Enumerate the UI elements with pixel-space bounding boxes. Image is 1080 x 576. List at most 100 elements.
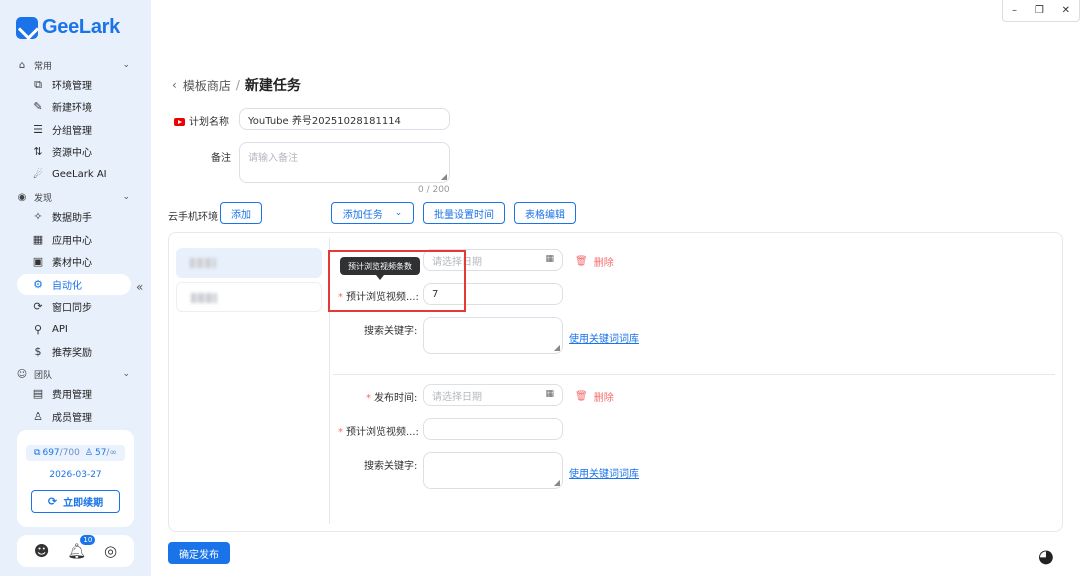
renew-button[interactable]: ⟳ 立即续期: [31, 490, 120, 513]
keyword-library-link[interactable]: 使用关键词词库: [569, 330, 639, 345]
sidebar-item-label: 环境管理: [52, 81, 92, 92]
back-chevron-icon[interactable]: ‹: [172, 78, 177, 92]
table-edit-button[interactable]: 表格编辑: [514, 202, 576, 224]
ai-icon: ☄: [33, 168, 43, 181]
sidebar-item-label: 数据助手: [52, 213, 92, 224]
keyword-library-link[interactable]: 使用关键词词库: [569, 465, 639, 480]
device-icon: ⧉: [34, 448, 41, 458]
sidebar-item-geelark-ai[interactable]: ☄ GeeLark AI: [17, 164, 131, 185]
sidebar-item-window-sync[interactable]: ⟳ 窗口同步: [17, 296, 131, 317]
resource-icon: ⇅: [33, 145, 43, 158]
trash-icon: 🗑︎: [575, 256, 588, 267]
add-env-button[interactable]: 添加: [220, 202, 262, 224]
expiry-date: 2026-03-27: [49, 470, 102, 480]
delete-label: 删除: [593, 393, 614, 404]
sidebar-item-environment-management[interactable]: ⧉ 环境管理: [17, 74, 131, 95]
note-textarea[interactable]: 请输入备注 ◢: [239, 142, 450, 183]
keyword-label: 搜索关键字:: [364, 326, 418, 337]
assistant-eye-icon[interactable]: ◕: [1038, 546, 1054, 567]
member-total: /∞: [106, 448, 117, 458]
keyword-textarea[interactable]: ◢: [423, 452, 563, 489]
sidebar-item-new-environment[interactable]: ✎ 新建环境: [17, 96, 131, 117]
sidebar-item-resource-center[interactable]: ⇅ 资源中心: [17, 141, 131, 162]
environment-icon: ⧉: [34, 77, 42, 91]
device-count: 697: [42, 448, 60, 458]
sidebar-item-label: 成员管理: [52, 413, 92, 424]
delete-task-button[interactable]: 🗑︎ 删除: [575, 389, 614, 404]
device-total: /700: [59, 448, 80, 458]
bell-icon[interactable]: 🔔︎ 10: [67, 535, 96, 560]
section-common[interactable]: ⌂ 常用 ⌄: [16, 58, 130, 72]
resize-handle-icon[interactable]: ◢: [554, 478, 560, 487]
minimize-button[interactable]: –: [1012, 5, 1017, 16]
logo[interactable]: GeeLark: [16, 16, 120, 39]
sidebar-item-api[interactable]: ⚲ API: [17, 319, 131, 340]
sidebar-item-label: 费用管理: [52, 390, 92, 401]
window-controls: – ❐ ✕: [1002, 0, 1080, 22]
delete-label: 删除: [593, 258, 614, 269]
billing-icon: ▤: [32, 387, 44, 400]
sidebar-item-group-management[interactable]: ☰ 分组管理: [17, 119, 131, 140]
submit-button[interactable]: 确定发布: [168, 542, 230, 564]
notification-badge: 10: [80, 535, 96, 545]
chevron-down-icon: ⌄: [122, 369, 130, 379]
sidebar: GeeLark ⌂ 常用 ⌄ ⧉ 环境管理 ✎ 新建环境 ☰ 分组管理 ⇅ 资源…: [0, 0, 151, 576]
breadcrumb-parent[interactable]: 模板商店: [183, 77, 231, 94]
note-label: 备注: [211, 153, 231, 164]
sidebar-item-app-center[interactable]: ▦ 应用中心: [17, 229, 131, 250]
close-button[interactable]: ✕: [1062, 5, 1070, 16]
team-icon: ☺: [16, 368, 28, 380]
sidebar-item-label: 推荐奖励: [52, 348, 92, 359]
note-placeholder: 请输入备注: [248, 153, 298, 164]
delete-task-button[interactable]: 🗑︎ 删除: [575, 254, 614, 269]
sidebar-item-members[interactable]: ♙ 成员管理: [17, 406, 131, 427]
sidebar-item-material-center[interactable]: ▣ 素材中心: [17, 251, 131, 272]
logo-text: GeeLark: [42, 16, 120, 38]
sidebar-item-automation[interactable]: ⚙ 自动化: [17, 274, 131, 295]
publish-time-label: * 发布时间:: [366, 393, 418, 404]
sidebar-item-billing[interactable]: ▤ 费用管理: [17, 383, 131, 404]
trash-icon: 🗑︎: [575, 391, 588, 402]
batch-time-button[interactable]: 批量设置时间: [423, 202, 505, 224]
section-discover[interactable]: ◉ 发现 ⌄: [16, 190, 130, 204]
cloud-env-label: 云手机环境: [168, 212, 218, 223]
home-icon: ⌂: [18, 59, 26, 71]
sidebar-item-label: 应用中心: [52, 236, 92, 247]
plan-name-input[interactable]: YouTube 养号20251028181114: [239, 108, 450, 130]
keyword-textarea[interactable]: ◢: [423, 317, 563, 354]
support-face-icon[interactable]: ☻: [34, 542, 50, 560]
add-task-button[interactable]: 添加任务 ⌄: [331, 202, 414, 224]
sparkle-icon: ✧: [33, 210, 43, 223]
refresh-icon: ⟳: [47, 495, 58, 508]
browse-count-input[interactable]: [423, 418, 563, 440]
bottom-bar: ☻ 🔔︎ 10 ◎: [17, 535, 134, 567]
image-icon: ▣: [32, 255, 44, 268]
member-icon: ♙: [33, 410, 43, 423]
user-avatar-icon[interactable]: ◎: [104, 542, 117, 560]
sidebar-item-referral-rewards[interactable]: $ 推荐奖励: [17, 341, 131, 362]
sidebar-item-data-assistant[interactable]: ✧ 数据助手: [17, 206, 131, 227]
sidebar-item-label: GeeLark AI: [52, 169, 107, 180]
date-placeholder: 请选择日期: [432, 391, 482, 403]
chevron-down-icon: ⌄: [122, 60, 130, 70]
section-team[interactable]: ☺ 团队 ⌄: [16, 367, 130, 381]
api-icon: ⚲: [33, 323, 43, 336]
sidebar-item-label: API: [52, 324, 68, 335]
breadcrumb-separator: /: [235, 78, 240, 92]
env-list-item[interactable]: [176, 282, 322, 312]
resize-handle-icon[interactable]: ◢: [554, 343, 560, 352]
edit-icon: ✎: [33, 100, 43, 113]
env-list-item[interactable]: [176, 248, 322, 278]
collapse-sidebar-icon[interactable]: «: [136, 280, 143, 294]
restore-button[interactable]: ❐: [1035, 5, 1044, 16]
publish-date-picker[interactable]: 请选择日期 ▦: [423, 384, 563, 406]
geelark-logo-icon: [16, 16, 38, 39]
sync-icon: ⟳: [33, 300, 43, 313]
sidebar-item-label: 新建环境: [52, 103, 92, 114]
blurred-env-name: [190, 258, 216, 268]
sidebar-item-label: 资源中心: [52, 148, 92, 159]
tooltip: 预计浏览视频条数: [340, 257, 420, 280]
resize-handle-icon[interactable]: ◢: [441, 172, 447, 181]
automation-icon: ⚙: [33, 278, 43, 291]
breadcrumb: ‹ 模板商店 / 新建任务: [172, 75, 301, 95]
